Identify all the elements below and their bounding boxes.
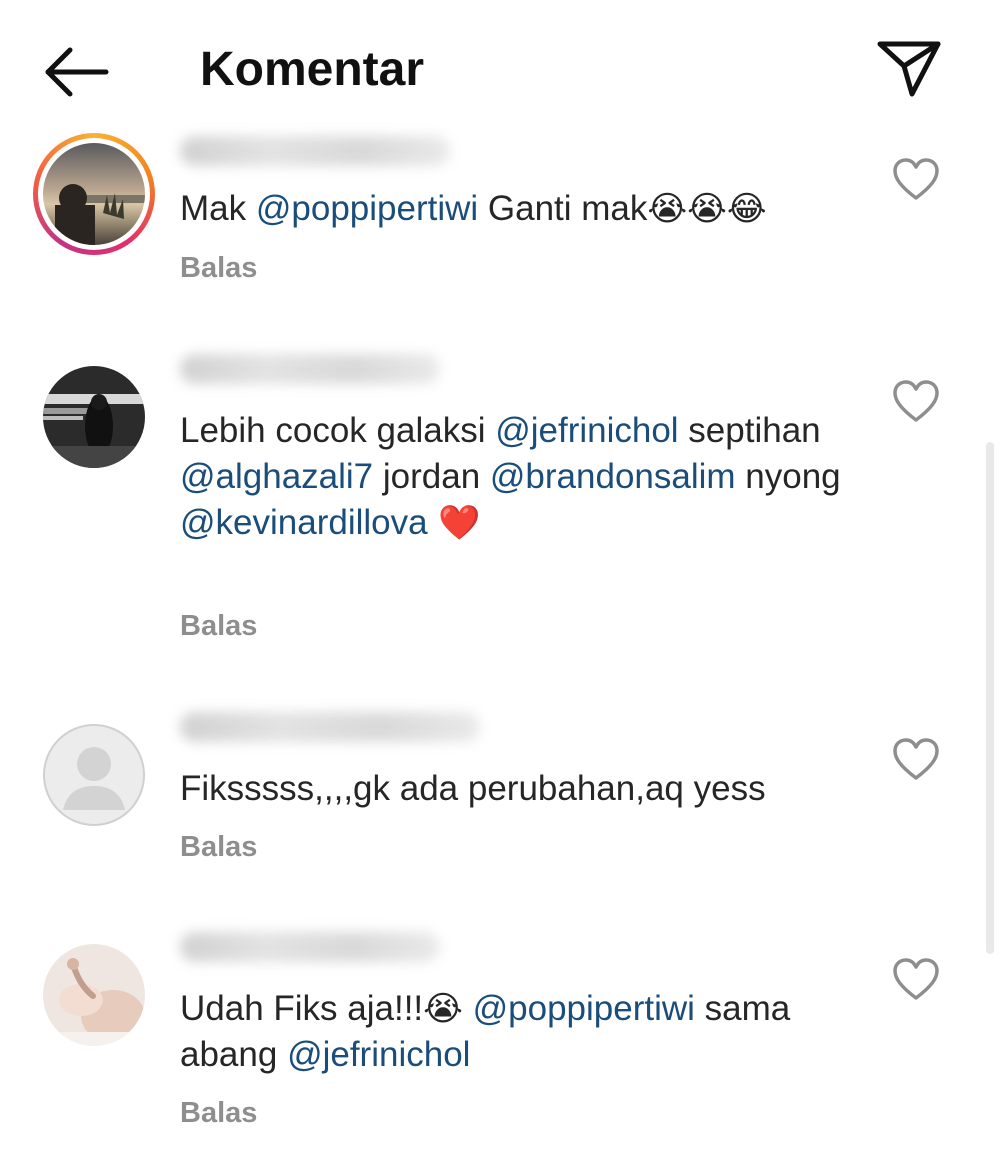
comment-text-segment: Fiksssss,,,,gk ada perubahan,aq yess [180, 769, 766, 808]
like-button[interactable] [892, 738, 940, 782]
comment-text-segment: jordan [373, 457, 490, 496]
comment-text-segment [463, 989, 473, 1028]
avatar[interactable] [43, 944, 145, 1046]
heart-outline-icon [893, 380, 939, 422]
mention-link[interactable]: @kevinardillova [180, 503, 428, 542]
reply-button[interactable]: Balas [180, 1097, 257, 1130]
like-button[interactable] [892, 958, 940, 1002]
avatar[interactable] [43, 724, 145, 826]
comment-text: Fiksssss,,,,gk ada perubahan,aq yess [180, 766, 870, 812]
like-button[interactable] [892, 380, 940, 424]
top-bar: Komentar [0, 0, 1000, 140]
emoji: 😭 [423, 989, 463, 1029]
avatar [43, 143, 145, 245]
username-blurred[interactable] [180, 354, 440, 384]
mention-link[interactable]: @poppipertiwi [256, 189, 478, 228]
mention-link[interactable]: @jefrinichol [287, 1035, 470, 1074]
arrow-left-icon [45, 47, 109, 97]
comment-text: Mak @poppipertiwi Ganti mak😭😭😂 [180, 186, 870, 232]
heart-outline-icon [893, 738, 939, 780]
person-silhouette-icon [43, 724, 145, 826]
heart-outline-icon [893, 158, 939, 200]
comment-text-segment: Ganti mak [478, 189, 648, 228]
like-button[interactable] [892, 158, 940, 202]
comment-text-segment: septihan [678, 411, 821, 450]
scrollbar[interactable] [986, 442, 994, 954]
reply-button[interactable]: Balas [180, 610, 257, 643]
story-ring[interactable] [33, 133, 155, 255]
heart-outline-icon [893, 958, 939, 1000]
mention-link[interactable]: @alghazali7 [180, 457, 373, 496]
reply-button[interactable]: Balas [180, 252, 257, 285]
username-blurred[interactable] [180, 712, 480, 742]
username-blurred[interactable] [180, 136, 450, 166]
comment-text-segment: Mak [180, 189, 256, 228]
mention-link[interactable]: @poppipertiwi [473, 989, 695, 1028]
comment-text-segment: Lebih cocok galaksi [180, 411, 496, 450]
comment-text: Udah Fiks aja!!!😭 @poppipertiwi sama aba… [180, 986, 870, 1078]
comment-text-segment: Udah Fiks aja!!! [180, 989, 424, 1028]
username-blurred[interactable] [180, 932, 440, 962]
comment-text-segment: nyong [735, 457, 841, 496]
mention-link[interactable]: @jefrinichol [495, 411, 678, 450]
emoji: ❤️ [427, 503, 481, 543]
avatar[interactable] [43, 366, 145, 468]
share-button[interactable] [876, 38, 942, 100]
page-title: Komentar [200, 43, 425, 96]
mention-link[interactable]: @brandonsalim [490, 457, 736, 496]
paper-plane-icon [877, 41, 941, 97]
back-button[interactable] [40, 40, 112, 100]
reply-button[interactable]: Balas [180, 831, 257, 864]
emoji: 😭😭😂 [647, 189, 767, 229]
comment-text: Lebih cocok galaksi @jefrinichol septiha… [180, 408, 870, 546]
